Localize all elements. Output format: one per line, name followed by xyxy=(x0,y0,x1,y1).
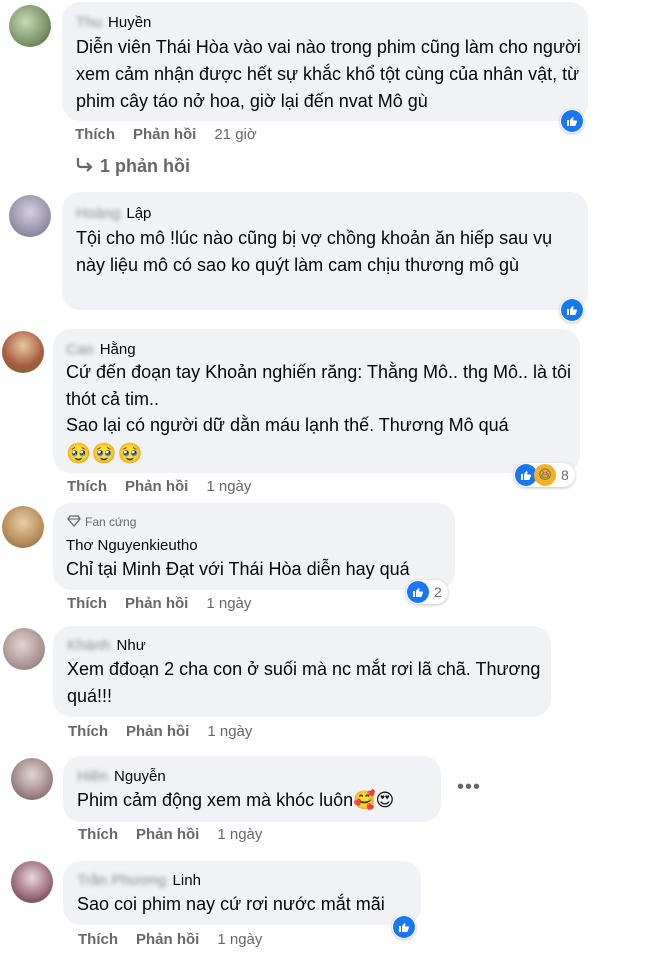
comment-text: Chỉ tại Minh Đạt với Thái Hòa diễn hay q… xyxy=(66,559,410,579)
timestamp[interactable]: 21 giờ xyxy=(214,126,256,143)
author-name: Lập xyxy=(126,205,152,222)
reaction-summary[interactable]: 2 xyxy=(406,580,448,604)
avatar[interactable] xyxy=(9,195,51,237)
reply-button[interactable]: Phản hồi xyxy=(133,126,196,143)
comment-actions: Thích Phản hồi 21 giờ xyxy=(75,126,275,143)
reaction-summary[interactable] xyxy=(392,915,416,939)
comment-text: Tội cho mô !lúc nào cũng bị vợ chồng kho… xyxy=(76,228,553,275)
comment-actions: Thích Phản hồi 1 ngày xyxy=(68,723,270,740)
like-icon xyxy=(407,581,429,603)
reply-button[interactable]: Phản hồi xyxy=(126,723,189,740)
avatar[interactable] xyxy=(2,506,44,548)
comment-actions: Thích Phản hồi 1 ngày xyxy=(67,478,269,495)
like-button[interactable]: Thích xyxy=(78,931,118,948)
timestamp[interactable]: 1 ngày xyxy=(217,931,262,948)
comment-text: Sao coi phim nay cứ rơi nước mắt mãi xyxy=(77,894,385,914)
like-button[interactable]: Thích xyxy=(78,826,118,843)
author-name: Như xyxy=(116,637,146,654)
reply-button[interactable]: Phản hồi xyxy=(125,478,188,495)
haha-icon: 😆 xyxy=(534,464,556,486)
timestamp[interactable]: 1 ngày xyxy=(207,723,252,740)
timestamp[interactable]: 1 ngày xyxy=(217,826,262,843)
author-name: Nguyễn xyxy=(114,768,166,785)
more-icon[interactable]: ••• xyxy=(457,776,481,799)
comment-text-line: Sao lại có người dữ dằn máu lạnh thế. Th… xyxy=(66,415,509,435)
author-blurred-name: Thu xyxy=(76,14,102,31)
reply-button[interactable]: Phản hồi xyxy=(136,826,199,843)
like-button[interactable]: Thích xyxy=(75,126,115,143)
comment-author[interactable]: Cao Hằng xyxy=(66,341,136,358)
comment-text: Diễn viên Thái Hòa vào vai nào trong phi… xyxy=(76,37,581,111)
avatar[interactable] xyxy=(3,628,45,670)
comment-author[interactable]: Thơ Nguyenkieutho xyxy=(66,537,198,554)
reaction-summary[interactable] xyxy=(560,298,584,322)
reply-button[interactable]: Phản hồi xyxy=(136,931,199,948)
comment-author[interactable]: Thu Huyền xyxy=(76,14,151,31)
like-button[interactable]: Thích xyxy=(67,595,107,612)
badge-label: Fan cứng xyxy=(85,515,137,529)
avatar[interactable] xyxy=(9,5,51,47)
comment-text-line: Cứ đến đoạn tay Khoản nghiến răng: Thằng… xyxy=(66,362,572,409)
comment-text: Xem đđoạn 2 cha con ở suối mà nc mắt rơi… xyxy=(67,659,541,706)
comment-author[interactable]: Khánh Như xyxy=(67,637,146,654)
reaction-count: 2 xyxy=(434,584,442,600)
comment-author[interactable]: Trần Phương Linh xyxy=(77,872,201,889)
comment-author[interactable]: Hiền Nguyễn xyxy=(77,768,166,785)
avatar[interactable] xyxy=(11,758,53,800)
timestamp[interactable]: 1 ngày xyxy=(206,478,251,495)
reaction-count: 8 xyxy=(561,467,569,483)
reaction-summary[interactable] xyxy=(560,109,584,133)
author-blurred-name: Cao xyxy=(66,341,94,358)
author-name: Hằng xyxy=(99,341,136,358)
fan-badge[interactable]: Fan cứng xyxy=(67,515,136,530)
diamond-icon xyxy=(67,515,81,530)
comment-actions: Thích Phản hồi 1 ngày xyxy=(67,595,269,612)
like-button[interactable]: Thích xyxy=(68,723,108,740)
reply-button[interactable]: Phản hồi xyxy=(125,595,188,612)
author-blurred-name: Trần Phương xyxy=(77,872,167,889)
avatar[interactable] xyxy=(2,331,44,373)
like-icon xyxy=(561,110,583,132)
author-name: Thơ Nguyenkieutho xyxy=(66,537,198,554)
author-blurred-name: Hoàng xyxy=(76,205,121,222)
comment-text: Phim cảm động xem mà khóc luôn🥰😍 xyxy=(77,790,395,810)
avatar[interactable] xyxy=(11,861,53,903)
like-icon xyxy=(393,916,415,938)
reply-arrow-icon xyxy=(76,157,94,178)
view-replies-link[interactable]: 1 phản hồi xyxy=(76,156,190,178)
comment-actions: Thích Phản hồi 1 ngày xyxy=(78,931,280,948)
reaction-summary[interactable]: 😆 8 xyxy=(514,463,575,487)
comment-author[interactable]: Hoàng Lập xyxy=(76,205,151,222)
replies-count: 1 phản hồi xyxy=(100,156,190,176)
author-blurred-name: Hiền xyxy=(77,768,108,785)
author-name: Linh xyxy=(172,872,201,889)
author-name: Huyền xyxy=(108,14,152,31)
like-icon xyxy=(561,299,583,321)
comment-actions: Thích Phản hồi 1 ngày xyxy=(78,826,280,843)
like-button[interactable]: Thích xyxy=(67,478,107,495)
comment-emojis: 🥹🥹🥹 xyxy=(66,443,144,465)
author-blurred-name: Khánh xyxy=(67,637,111,654)
timestamp[interactable]: 1 ngày xyxy=(206,595,251,612)
